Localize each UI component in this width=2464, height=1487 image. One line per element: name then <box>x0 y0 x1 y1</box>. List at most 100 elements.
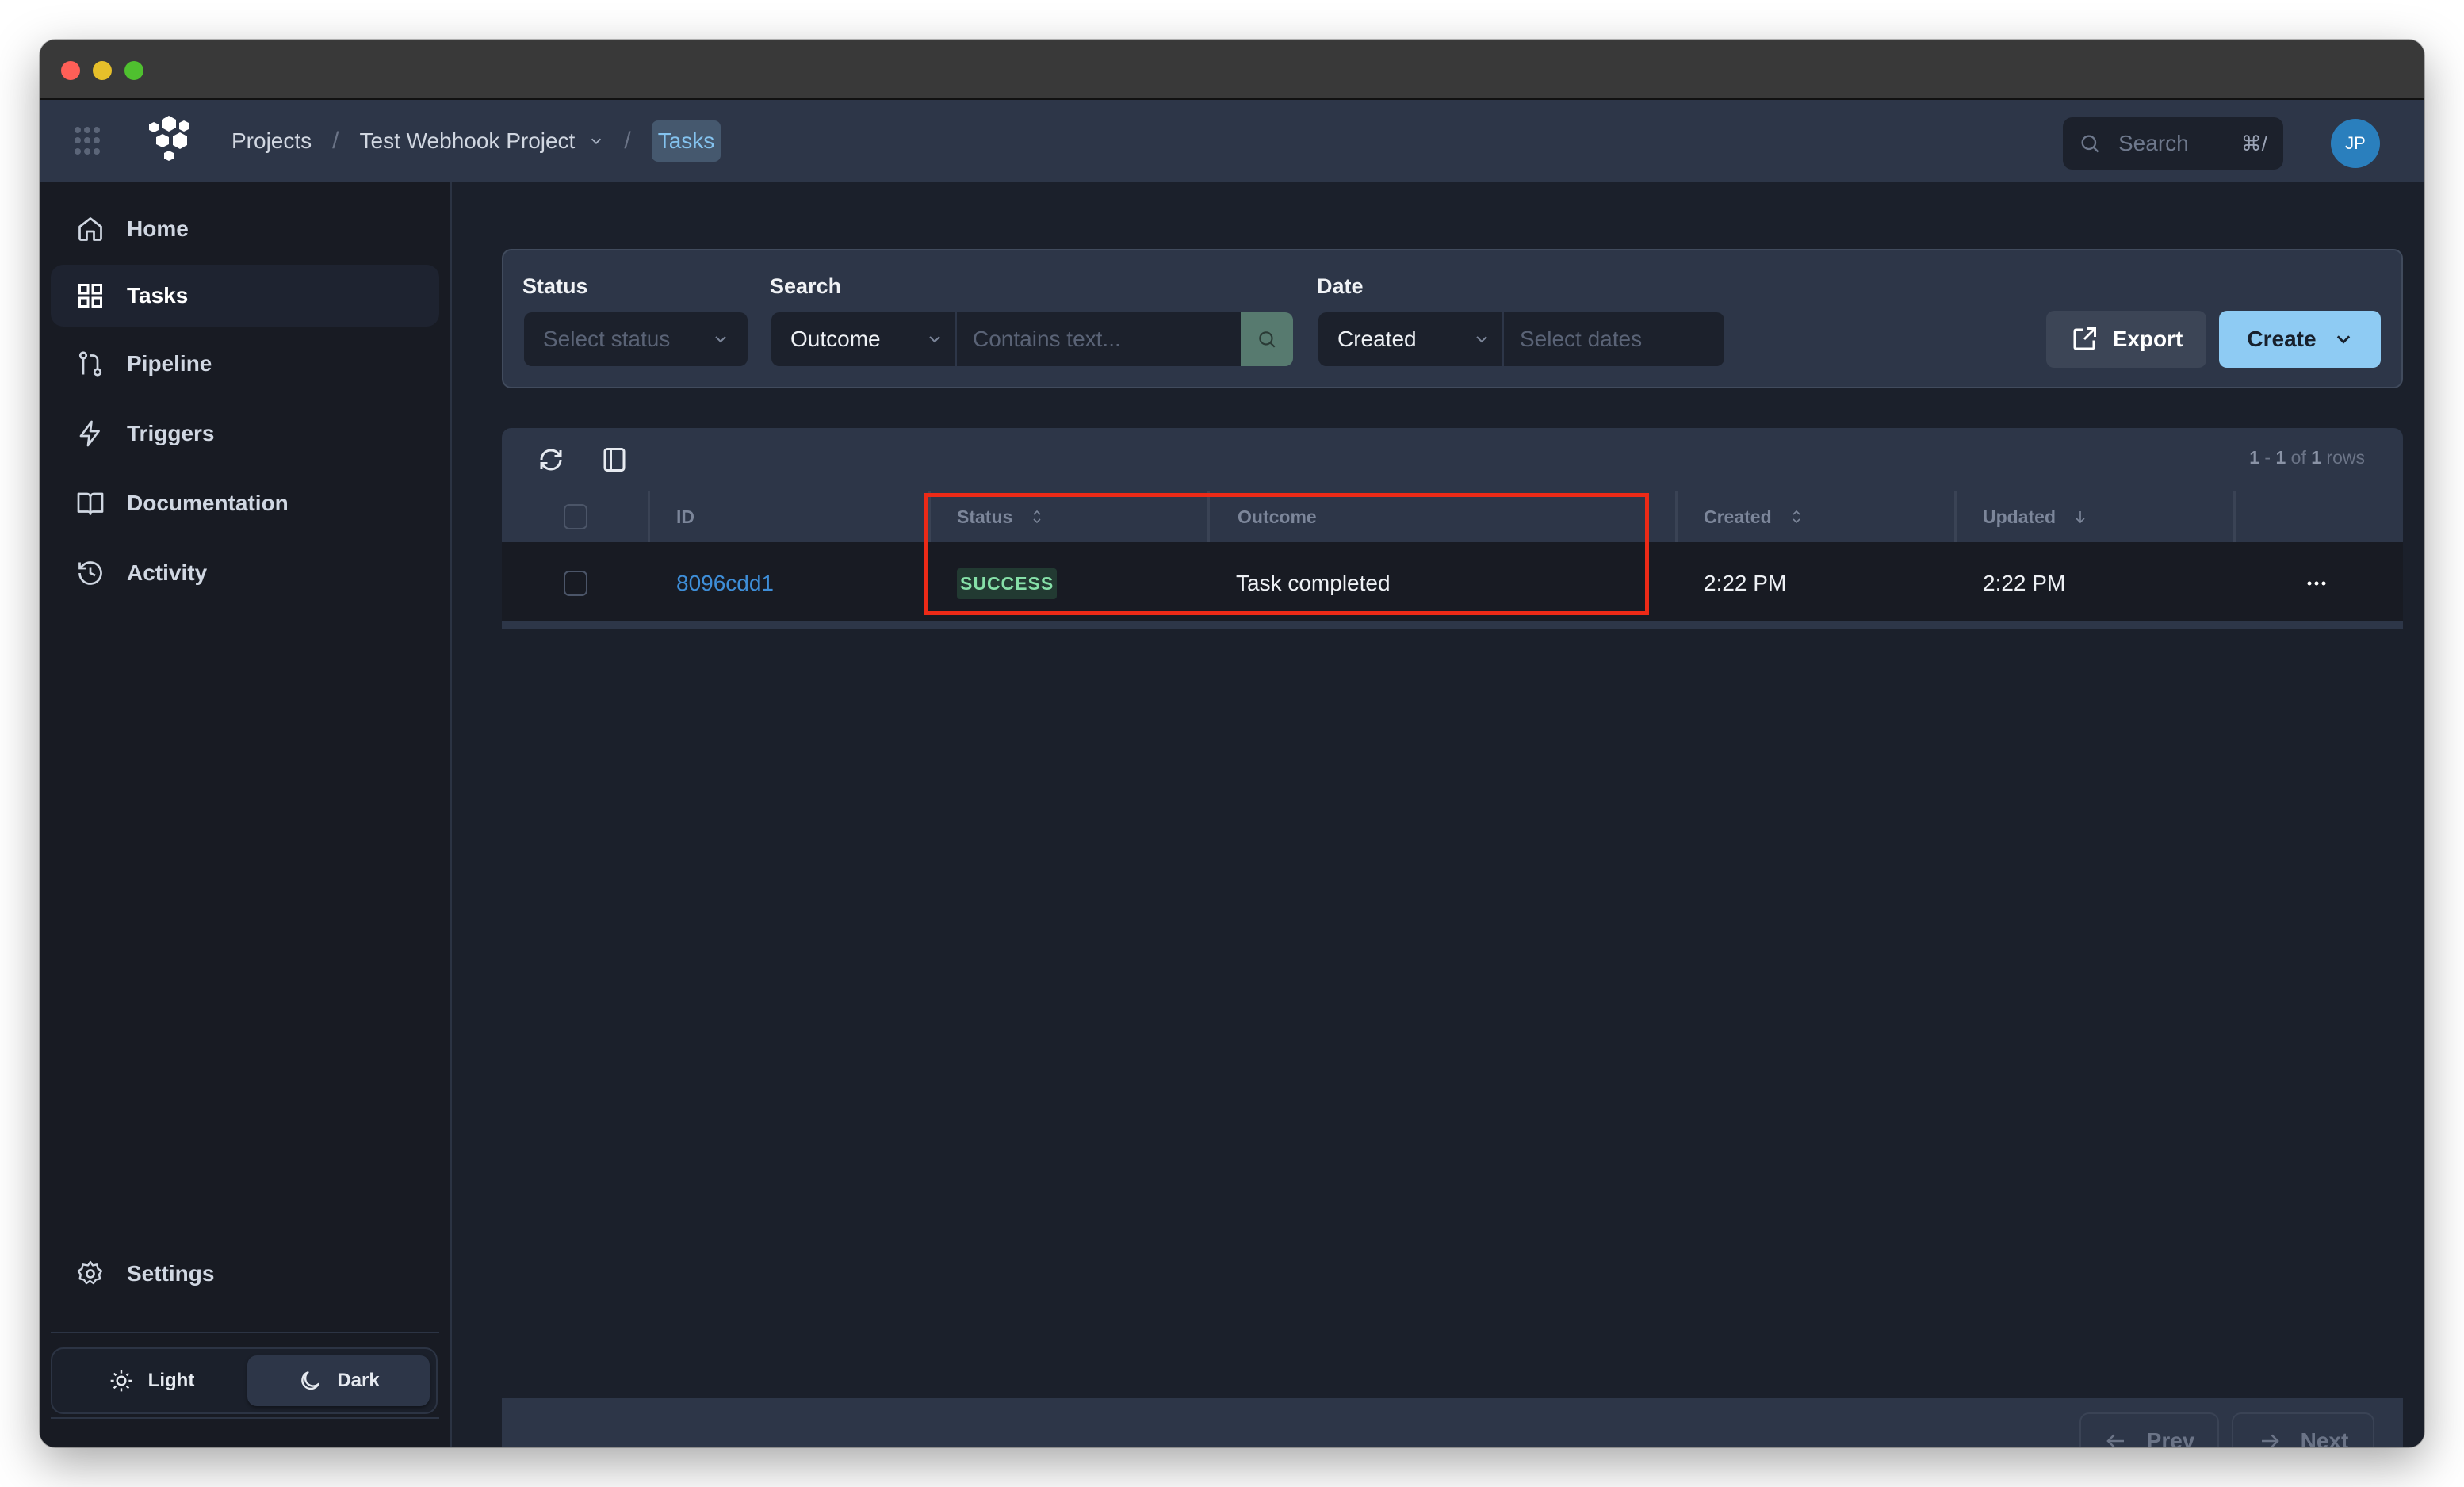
history-icon <box>78 561 102 585</box>
sidebar-item-label: Settings <box>127 1261 215 1286</box>
sidebar-item-triggers[interactable]: Triggers <box>51 403 439 464</box>
lightning-icon <box>79 420 100 447</box>
sidebar-item-label: Activity <box>127 560 208 585</box>
sun-icon <box>110 1370 132 1392</box>
keyboard-shortcut: ⌘/ <box>2240 131 2267 155</box>
breadcrumb: Projects / Test Webhook Project / Tasks <box>231 100 721 182</box>
input-divider <box>1502 312 1504 366</box>
column-label: ID <box>676 506 694 527</box>
status-select-placeholder: Select status <box>543 327 671 351</box>
sidebar-item-activity[interactable]: Activity <box>51 542 439 604</box>
gear-icon <box>77 1260 103 1285</box>
theme-dark-label: Dark <box>337 1370 380 1391</box>
next-label: Next <box>2300 1428 2349 1447</box>
annotation-highlight-box <box>924 493 1649 615</box>
rows-suffix: rows <box>2321 447 2365 468</box>
theme-light-button[interactable]: Light <box>60 1355 243 1406</box>
column-separator[interactable] <box>1675 491 1678 542</box>
global-search-button[interactable]: Search ⌘/ <box>2063 117 2283 170</box>
column-header-updated[interactable]: Updated <box>1983 491 2087 542</box>
row-actions-button[interactable] <box>2306 542 2327 625</box>
title-bar <box>40 40 2424 100</box>
search-field-value: Outcome <box>790 327 881 351</box>
theme-dark-button[interactable]: Dark <box>247 1355 430 1406</box>
chevron-down-icon <box>1476 336 1487 343</box>
user-avatar[interactable]: JP <box>2331 119 2380 168</box>
date-range-input[interactable]: Select dates <box>1502 312 1724 366</box>
prev-page-button[interactable]: Prev <box>2079 1412 2219 1447</box>
column-label: Created <box>1704 506 1772 527</box>
task-id-link[interactable]: 8096cdd1 <box>676 542 774 625</box>
column-separator[interactable] <box>1954 491 1957 542</box>
search-filter-label: Search <box>770 274 842 298</box>
sidebar-item-home[interactable]: Home <box>51 198 439 260</box>
date-range-placeholder: Select dates <box>1520 327 1643 351</box>
breadcrumb-projects[interactable]: Projects <box>231 128 312 154</box>
search-icon <box>2081 135 2099 153</box>
breadcrumb-current[interactable]: Tasks <box>651 120 721 162</box>
rows-of: of <box>2286 447 2312 468</box>
theme-toggle: Light Dark <box>51 1347 438 1414</box>
search-text-input[interactable]: Contains text... <box>955 312 1241 366</box>
rows-start: 1 <box>2249 447 2260 468</box>
column-separator[interactable] <box>2233 491 2236 542</box>
sort-descending-icon <box>2076 511 2085 524</box>
rows-end: 1 <box>2275 447 2286 468</box>
export-button[interactable]: Export <box>2046 311 2206 368</box>
columns-toggle-icon[interactable] <box>600 445 629 474</box>
grid-icon <box>78 284 102 308</box>
search-submit-button[interactable] <box>1241 312 1293 366</box>
date-field-select[interactable]: Created <box>1318 312 1502 366</box>
theme-light-label: Light <box>147 1370 195 1391</box>
next-page-button[interactable]: Next <box>2232 1412 2374 1447</box>
main-content: Status Select status Search Outcome Cont… <box>454 182 2424 1447</box>
rows-count: 1 - 1 of 1 rows <box>2249 447 2365 468</box>
filter-panel: Status Select status Search Outcome Cont… <box>502 249 2403 388</box>
rows-total: 1 <box>2311 447 2322 468</box>
minimize-window-button[interactable] <box>93 61 112 80</box>
breadcrumb-project[interactable]: Test Webhook Project <box>360 128 576 154</box>
sidebar-divider <box>51 1332 439 1333</box>
maximize-window-button[interactable] <box>124 61 143 80</box>
app-window: Projects / Test Webhook Project / Tasks … <box>40 40 2424 1447</box>
chevron-down-icon <box>2336 335 2350 344</box>
grid-dots-icon[interactable] <box>75 127 103 155</box>
date-filter-label: Date <box>1317 274 1364 298</box>
date-field-value: Created <box>1337 327 1417 351</box>
status-select[interactable]: Select status <box>524 312 748 366</box>
collapse-sidebar-button[interactable]: Collapse Sidebar <box>76 1443 294 1447</box>
search-field-select[interactable]: Outcome <box>771 312 955 366</box>
close-window-button[interactable] <box>61 61 80 80</box>
column-header-created[interactable]: Created <box>1704 491 1804 542</box>
refresh-icon[interactable] <box>537 445 565 474</box>
sort-icon <box>1793 510 1800 524</box>
search-text-placeholder: Contains text... <box>973 327 1121 351</box>
select-all-checkbox[interactable] <box>564 504 587 529</box>
created-cell: 2:22 PM <box>1704 571 1787 595</box>
home-icon <box>78 217 102 241</box>
chevron-down-icon[interactable] <box>589 134 603 148</box>
sidebar-item-documentation[interactable]: Documentation <box>51 472 439 534</box>
sidebar-item-tasks[interactable]: Tasks <box>51 265 439 327</box>
row-checkbox[interactable] <box>564 571 587 596</box>
hexagon-cluster-logo[interactable] <box>143 114 198 168</box>
chevron-down-icon <box>929 336 940 343</box>
prev-label: Prev <box>2146 1428 2195 1447</box>
sidebar-item-label: Documentation <box>127 491 289 515</box>
status-filter-label: Status <box>522 274 588 298</box>
sidebar-item-label: Home <box>127 216 189 241</box>
input-divider <box>955 312 957 366</box>
column-label: Updated <box>1983 506 2056 527</box>
arrow-right-icon <box>2261 1434 2279 1447</box>
sidebar-item-pipeline[interactable]: Pipeline <box>51 333 439 395</box>
export-label: Export <box>2112 327 2183 351</box>
sidebar-item-settings[interactable]: Settings <box>51 1243 439 1305</box>
search-icon <box>1259 331 1276 348</box>
rows-dash: - <box>2259 447 2276 468</box>
create-label: Create <box>2247 327 2317 351</box>
sidebar: Home Tasks Pipeline Triggers Documentati… <box>40 182 452 1447</box>
column-header-id: ID <box>676 491 694 542</box>
external-link-icon <box>2073 327 2096 350</box>
column-separator[interactable] <box>648 491 650 542</box>
create-button[interactable]: Create <box>2219 311 2381 368</box>
